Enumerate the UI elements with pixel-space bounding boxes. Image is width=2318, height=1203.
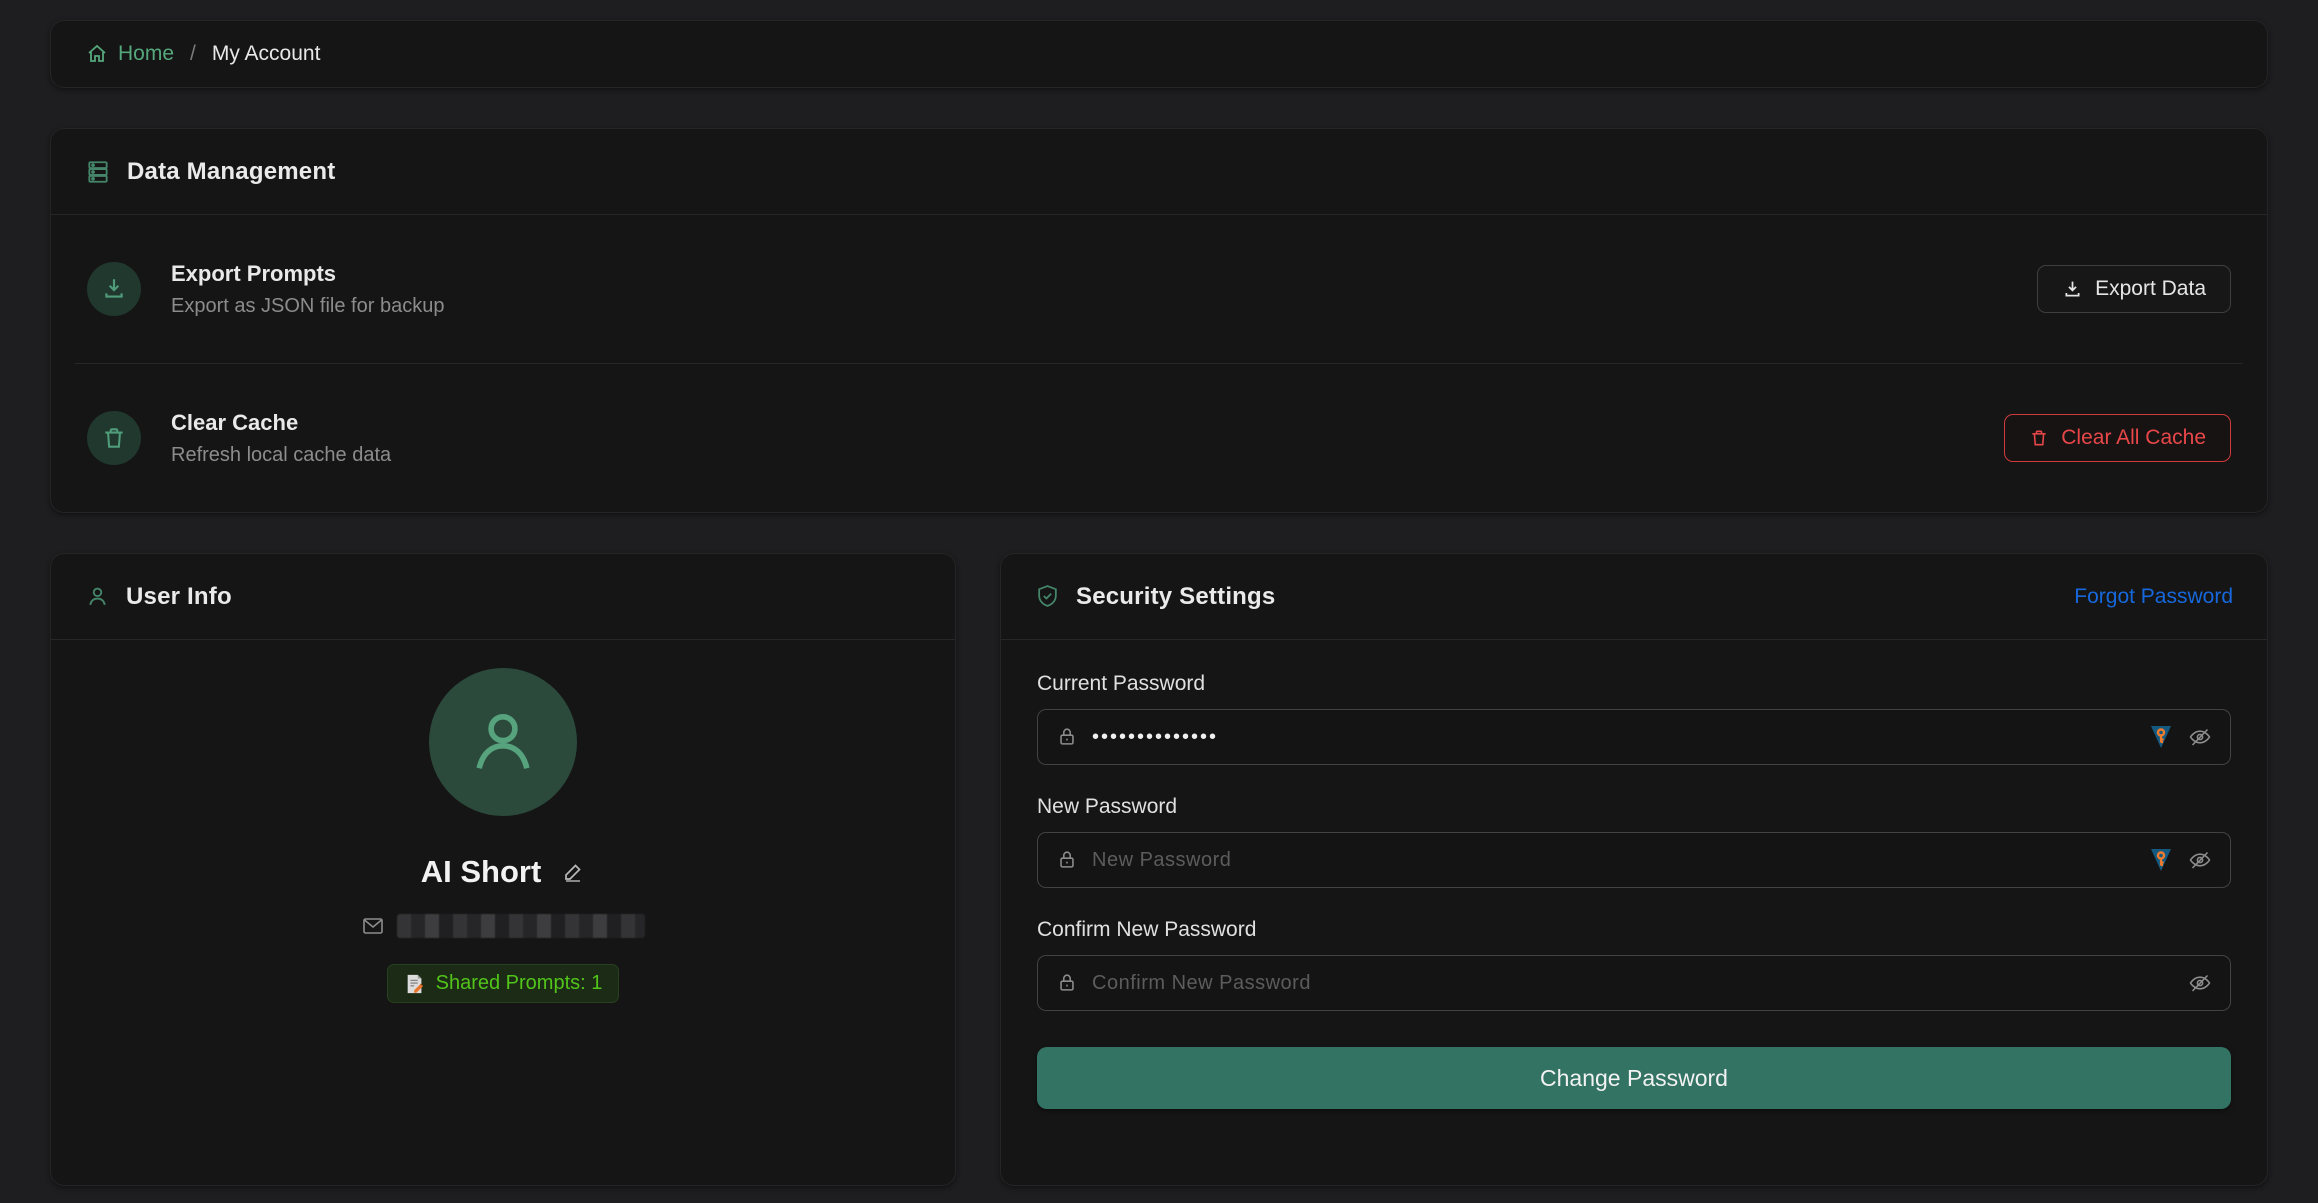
eye-off-icon[interactable] (2188, 725, 2212, 749)
eye-off-icon[interactable] (2188, 971, 2212, 995)
security-settings-header: Security Settings Forgot Password (1001, 554, 2267, 640)
export-prompts-title: Export Prompts (171, 261, 444, 287)
security-settings-title: Security Settings (1076, 583, 1275, 611)
password-manager-key-icon[interactable] (2150, 848, 2172, 872)
breadcrumb: Home / My Account (50, 20, 2268, 88)
security-settings-card: Security Settings Forgot Password Curren… (1000, 553, 2268, 1186)
user-info-card: User Info AI Short (50, 553, 956, 1186)
database-icon (85, 159, 111, 185)
confirm-new-password-label: Confirm New Password (1037, 918, 2231, 942)
clear-cache-row: Clear Cache Refresh local cache data Cle… (51, 364, 2267, 512)
confirm-new-password-field[interactable] (1037, 955, 2231, 1011)
clear-cache-title: Clear Cache (171, 410, 391, 436)
user-info-body: AI Short Shared Prompts: 1 (51, 640, 955, 1185)
change-password-button[interactable]: Change Password (1037, 1047, 2231, 1109)
memo-icon (404, 973, 426, 995)
lock-icon (1056, 849, 1078, 871)
new-password-input[interactable] (1092, 849, 2136, 872)
security-settings-body: Current Password New Pa (1001, 640, 2267, 1185)
pencil-icon[interactable] (561, 860, 585, 884)
shared-prompts-badge: Shared Prompts: 1 (387, 964, 620, 1003)
forgot-password-link[interactable]: Forgot Password (2074, 585, 2233, 609)
new-password-field[interactable] (1037, 832, 2231, 888)
shared-prompts-badge-label: Shared Prompts: 1 (436, 972, 603, 995)
clear-cache-subtitle: Refresh local cache data (171, 444, 391, 467)
username-row: AI Short (421, 854, 586, 890)
account-page: Home / My Account Data Management Export… (0, 0, 2318, 1203)
eye-off-icon[interactable] (2188, 848, 2212, 872)
data-management-card: Data Management Export Prompts Export as… (50, 128, 2268, 513)
lock-icon (1056, 972, 1078, 994)
breadcrumb-home-label[interactable]: Home (118, 42, 174, 66)
breadcrumb-current: My Account (212, 42, 321, 66)
export-prompts-subtitle: Export as JSON file for backup (171, 295, 444, 318)
current-password-input[interactable] (1092, 726, 2136, 749)
clear-all-cache-button[interactable]: Clear All Cache (2004, 414, 2231, 462)
download-icon (2062, 279, 2083, 300)
lock-icon (1056, 726, 1078, 748)
data-management-title: Data Management (127, 158, 335, 186)
home-icon (85, 42, 109, 66)
clear-cache-info: Clear Cache Refresh local cache data (87, 410, 2004, 467)
person-icon (85, 584, 110, 609)
envelope-icon (361, 914, 385, 938)
new-password-label: New Password (1037, 795, 2231, 819)
current-password-label: Current Password (1037, 672, 2231, 696)
email-redacted (397, 914, 645, 938)
username: AI Short (421, 854, 542, 890)
export-data-button-label: Export Data (2095, 277, 2206, 301)
avatar (429, 668, 577, 816)
trash-icon (87, 411, 141, 465)
current-password-field[interactable] (1037, 709, 2231, 765)
breadcrumb-home-link[interactable]: Home (85, 42, 174, 66)
breadcrumb-separator: / (190, 42, 196, 66)
user-info-header: User Info (51, 554, 955, 640)
clear-all-cache-button-label: Clear All Cache (2061, 426, 2206, 450)
shield-check-icon (1035, 584, 1060, 609)
export-prompts-info: Export Prompts Export as JSON file for b… (87, 261, 2037, 318)
export-prompts-row: Export Prompts Export as JSON file for b… (51, 215, 2267, 363)
confirm-new-password-input[interactable] (1092, 972, 2174, 995)
export-data-button[interactable]: Export Data (2037, 265, 2231, 313)
password-manager-key-icon[interactable] (2150, 725, 2172, 749)
data-management-header: Data Management (51, 129, 2267, 215)
download-icon (87, 262, 141, 316)
user-info-title: User Info (126, 583, 232, 611)
trash-icon (2029, 428, 2049, 448)
email-row (361, 914, 645, 938)
